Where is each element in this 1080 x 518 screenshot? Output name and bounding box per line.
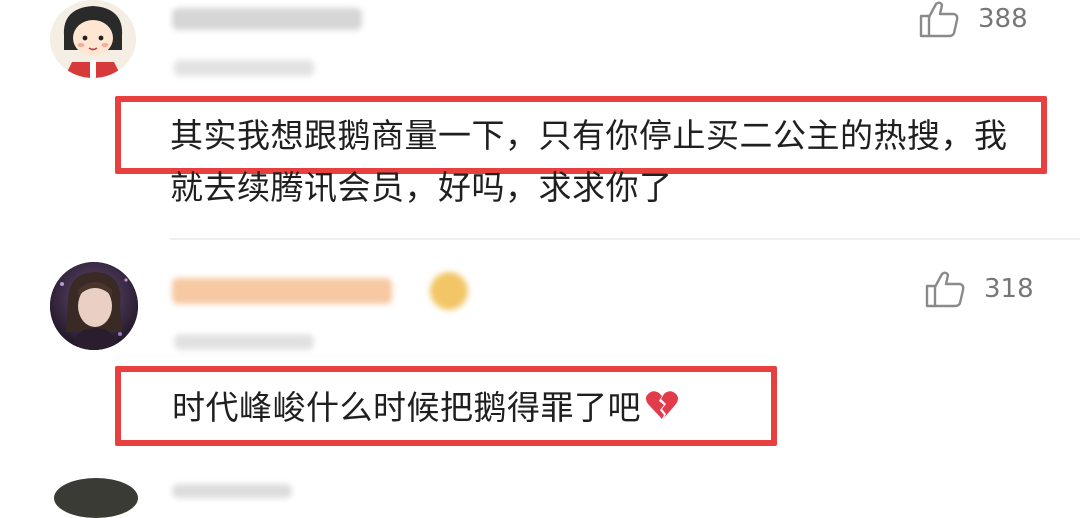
avatar[interactable] [50, 0, 136, 78]
avatar[interactable] [50, 262, 138, 350]
broken-heart-icon [645, 384, 679, 436]
cartoon-girl-avatar-icon [50, 0, 136, 78]
like-count: 388 [978, 4, 1028, 34]
username-blurred [172, 484, 292, 498]
username-blurred [172, 8, 362, 30]
comment-1: 388 其实我想跟鹅商量一下，只有你停止买二公主的热搜，我就去续腾讯会员，好吗，… [0, 0, 1080, 240]
thumbs-up-icon [919, 1, 959, 38]
divider [170, 238, 1080, 240]
username-blurred [172, 278, 392, 304]
person-avatar-icon [50, 262, 138, 350]
thumbs-up-icon [925, 271, 965, 308]
like-button[interactable]: 318 [924, 270, 1034, 308]
comment-2: 318 时代峰峻什么时候把鹅得罪了吧 [0, 258, 1080, 458]
badge-blurred [430, 272, 468, 310]
comment-text: 时代峰峻什么时候把鹅得罪了吧 [172, 382, 762, 436]
avatar[interactable] [54, 478, 138, 518]
timestamp-blurred [174, 334, 314, 350]
like-count: 318 [984, 274, 1034, 304]
comment-text-content: 时代峰峻什么时候把鹅得罪了吧 [172, 388, 641, 427]
like-button[interactable]: 388 [918, 0, 1028, 38]
comment-text: 其实我想跟鹅商量一下，只有你停止买二公主的热搜，我就去续腾讯会员，好吗，求求你了 [170, 116, 1008, 207]
timestamp-blurred [174, 60, 314, 76]
